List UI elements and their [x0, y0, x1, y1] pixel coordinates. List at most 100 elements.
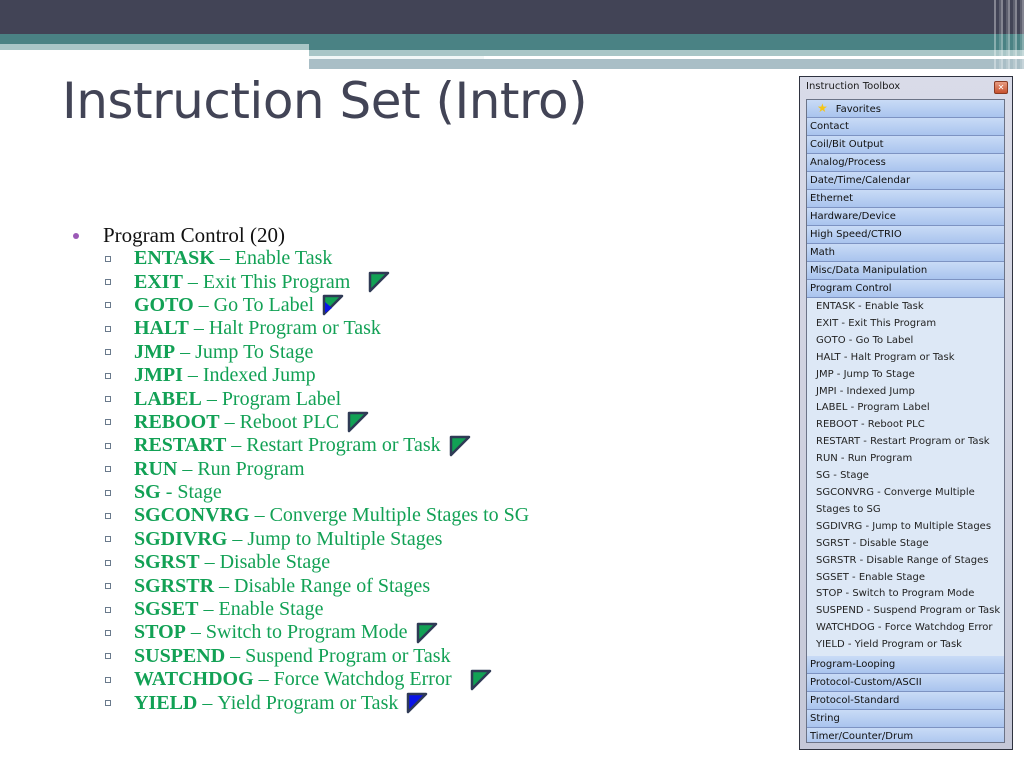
- square-bullet-icon: [105, 700, 111, 707]
- slide-title: Instruction Set (Intro): [62, 72, 588, 130]
- instruction-item: YIELD – Yield Program or Task: [70, 691, 529, 714]
- instruction-code: SGDIVRG: [134, 527, 228, 550]
- instruction-separator: –: [201, 387, 222, 410]
- instruction-code: STOP: [134, 621, 186, 644]
- instruction-separator: -: [160, 481, 178, 504]
- toolbox-instruction-item[interactable]: JMP - Jump To Stage: [807, 367, 1004, 384]
- instruction-separator: –: [253, 668, 274, 691]
- instruction-description: Yield Program or Task: [217, 691, 399, 714]
- category-program-looping[interactable]: Program-Looping: [807, 656, 1004, 675]
- square-bullet-icon: [105, 466, 111, 473]
- category-hardware-device[interactable]: Hardware/Device: [807, 208, 1004, 226]
- instruction-item: RESTART – Restart Program or Task: [70, 434, 529, 457]
- instruction-description: Enable Task: [234, 247, 333, 270]
- square-bullet-icon: [105, 419, 111, 426]
- category-timer-counter-drum[interactable]: Timer/Counter/Drum: [807, 728, 1004, 742]
- square-bullet-icon: [105, 653, 111, 660]
- instruction-description: Indexed Jump: [202, 364, 316, 387]
- instruction-item: EXIT – Exit This Program: [70, 270, 529, 293]
- category-favorites[interactable]: ★ Favorites: [807, 100, 1004, 118]
- instruction-item: WATCHDOG – Force Watchdog Error: [70, 668, 529, 691]
- toolbox-instruction-item[interactable]: YIELD - Yield Program or Task: [807, 637, 1004, 654]
- instruction-code: REBOOT: [134, 410, 220, 433]
- instruction-item: LABEL – Program Label: [70, 387, 529, 410]
- instruction-code: JMP: [134, 340, 176, 363]
- instruction-separator: –: [188, 317, 209, 340]
- toolbox-instruction-item[interactable]: SUSPEND - Suspend Program or Task: [807, 603, 1004, 620]
- category-contact[interactable]: Contact: [807, 118, 1004, 136]
- instruction-separator: –: [175, 340, 196, 363]
- toolbox-instruction-item[interactable]: LABEL - Program Label: [807, 400, 1004, 417]
- instruction-item: SUSPEND – Suspend Program or Task: [70, 645, 529, 668]
- slide-content: Program Control (20) ENTASK – Enable Tas…: [70, 223, 530, 715]
- square-bullet-icon: [105, 396, 111, 403]
- instruction-separator: –: [185, 621, 206, 644]
- square-bullet-icon: [105, 676, 111, 683]
- category-protocol-standard[interactable]: Protocol-Standard: [807, 692, 1004, 711]
- header-band-dark: [0, 0, 1024, 34]
- toolbox-instruction-item[interactable]: STOP - Switch to Program Mode: [807, 586, 1004, 603]
- square-bullet-icon: [105, 489, 111, 496]
- toolbox-panel: ★ Favorites Contact Coil/Bit Output Analog/…: [806, 99, 1005, 743]
- instruction-code: ENTASK: [134, 247, 215, 270]
- toolbox-instruction-item[interactable]: HALT - Halt Program or Task: [807, 350, 1004, 367]
- instruction-code: WATCHDOG: [134, 668, 254, 691]
- category-analog-process[interactable]: Analog/Process: [807, 154, 1004, 172]
- green-flag-icon: [449, 435, 471, 457]
- toolbox-instruction-item[interactable]: JMPI - Indexed Jump: [807, 384, 1004, 401]
- toolbox-instruction-item[interactable]: WATCHDOG - Force Watchdog Error: [807, 620, 1004, 637]
- instruction-code: EXIT: [134, 270, 183, 293]
- square-bullet-icon: [105, 536, 111, 543]
- instruction-description: Run Program: [197, 457, 305, 480]
- instruction-description: Program Label: [221, 387, 342, 410]
- toolbox-instruction-item[interactable]: SGCONVRG - Converge Multiple Stages to S…: [807, 485, 1004, 519]
- instruction-description: Disable Stage: [219, 551, 331, 574]
- category-misc-data-manipulation[interactable]: Misc/Data Manipulation: [807, 262, 1004, 280]
- category-program-control[interactable]: Program Control: [807, 280, 1004, 298]
- instruction-description: Stage: [177, 481, 222, 504]
- toolbox-instruction-item[interactable]: GOTO - Go To Label: [807, 333, 1004, 350]
- toolbox-instruction-item[interactable]: REBOOT - Reboot PLC: [807, 417, 1004, 434]
- category-math[interactable]: Math: [807, 244, 1004, 262]
- instruction-item: SGDIVRG – Jump to Multiple Stages: [70, 528, 529, 551]
- toolbox-instruction-item[interactable]: RUN - Run Program: [807, 451, 1004, 468]
- category-date-time-calendar[interactable]: Date/Time/Calendar: [807, 172, 1004, 190]
- instruction-separator: –: [177, 457, 198, 480]
- square-bullet-icon: [105, 512, 111, 519]
- toolbox-instruction-item[interactable]: SGDIVRG - Jump to Multiple Stages: [807, 519, 1004, 536]
- instruction-separator: –: [225, 644, 246, 667]
- toolbox-instruction-item[interactable]: SG - Stage: [807, 468, 1004, 485]
- instruction-item: RUN – Run Program: [70, 458, 529, 481]
- square-bullet-icon: [105, 279, 111, 286]
- toolbox-instruction-item[interactable]: SGRSTR - Disable Range of Stages: [807, 553, 1004, 570]
- category-coil-bit-output[interactable]: Coil/Bit Output: [807, 136, 1004, 154]
- instruction-item: HALT – Halt Program or Task: [70, 317, 529, 340]
- header-band-accent-right-lower: [309, 59, 1024, 69]
- instruction-description: Converge Multiple Stages to SG: [269, 504, 530, 527]
- instruction-description: Jump to Multiple Stages: [247, 527, 443, 550]
- category-ethernet[interactable]: Ethernet: [807, 190, 1004, 208]
- instruction-separator: –: [214, 247, 235, 270]
- close-icon[interactable]: ✕: [994, 81, 1008, 94]
- square-bullet-icon: [105, 559, 111, 566]
- instruction-description: Exit This Program: [202, 270, 351, 293]
- toolbox-instruction-item[interactable]: SGRST - Disable Stage: [807, 536, 1004, 553]
- toolbox-instruction-item[interactable]: RESTART - Restart Program or Task: [807, 434, 1004, 451]
- square-bullet-icon: [105, 349, 111, 356]
- instruction-code: RESTART: [134, 434, 227, 457]
- category-high-speed-ctrio[interactable]: High Speed/CTRIO: [807, 226, 1004, 244]
- square-bullet-icon: [105, 442, 111, 449]
- category-protocol-custom-ascii[interactable]: Protocol-Custom/ASCII: [807, 674, 1004, 693]
- toolbox-instruction-item[interactable]: SGSET - Enable Stage: [807, 570, 1004, 587]
- instruction-separator: –: [193, 293, 214, 316]
- bullet-text: Program Control (20): [103, 223, 285, 247]
- instruction-code: YIELD: [134, 691, 198, 714]
- instruction-code: SGCONVRG: [134, 504, 250, 527]
- category-string[interactable]: String: [807, 710, 1004, 729]
- square-bullet-icon: [105, 302, 111, 309]
- bullet-program-control: Program Control (20): [70, 223, 529, 247]
- instruction-toolbox-window: Instruction Toolbox ✕ ★ Favorites Contact…: [799, 76, 1013, 750]
- toolbox-instruction-item[interactable]: ENTASK - Enable Task: [807, 299, 1004, 316]
- toolbox-instruction-item[interactable]: EXIT - Exit This Program: [807, 316, 1004, 333]
- instruction-code: LABEL: [134, 387, 202, 410]
